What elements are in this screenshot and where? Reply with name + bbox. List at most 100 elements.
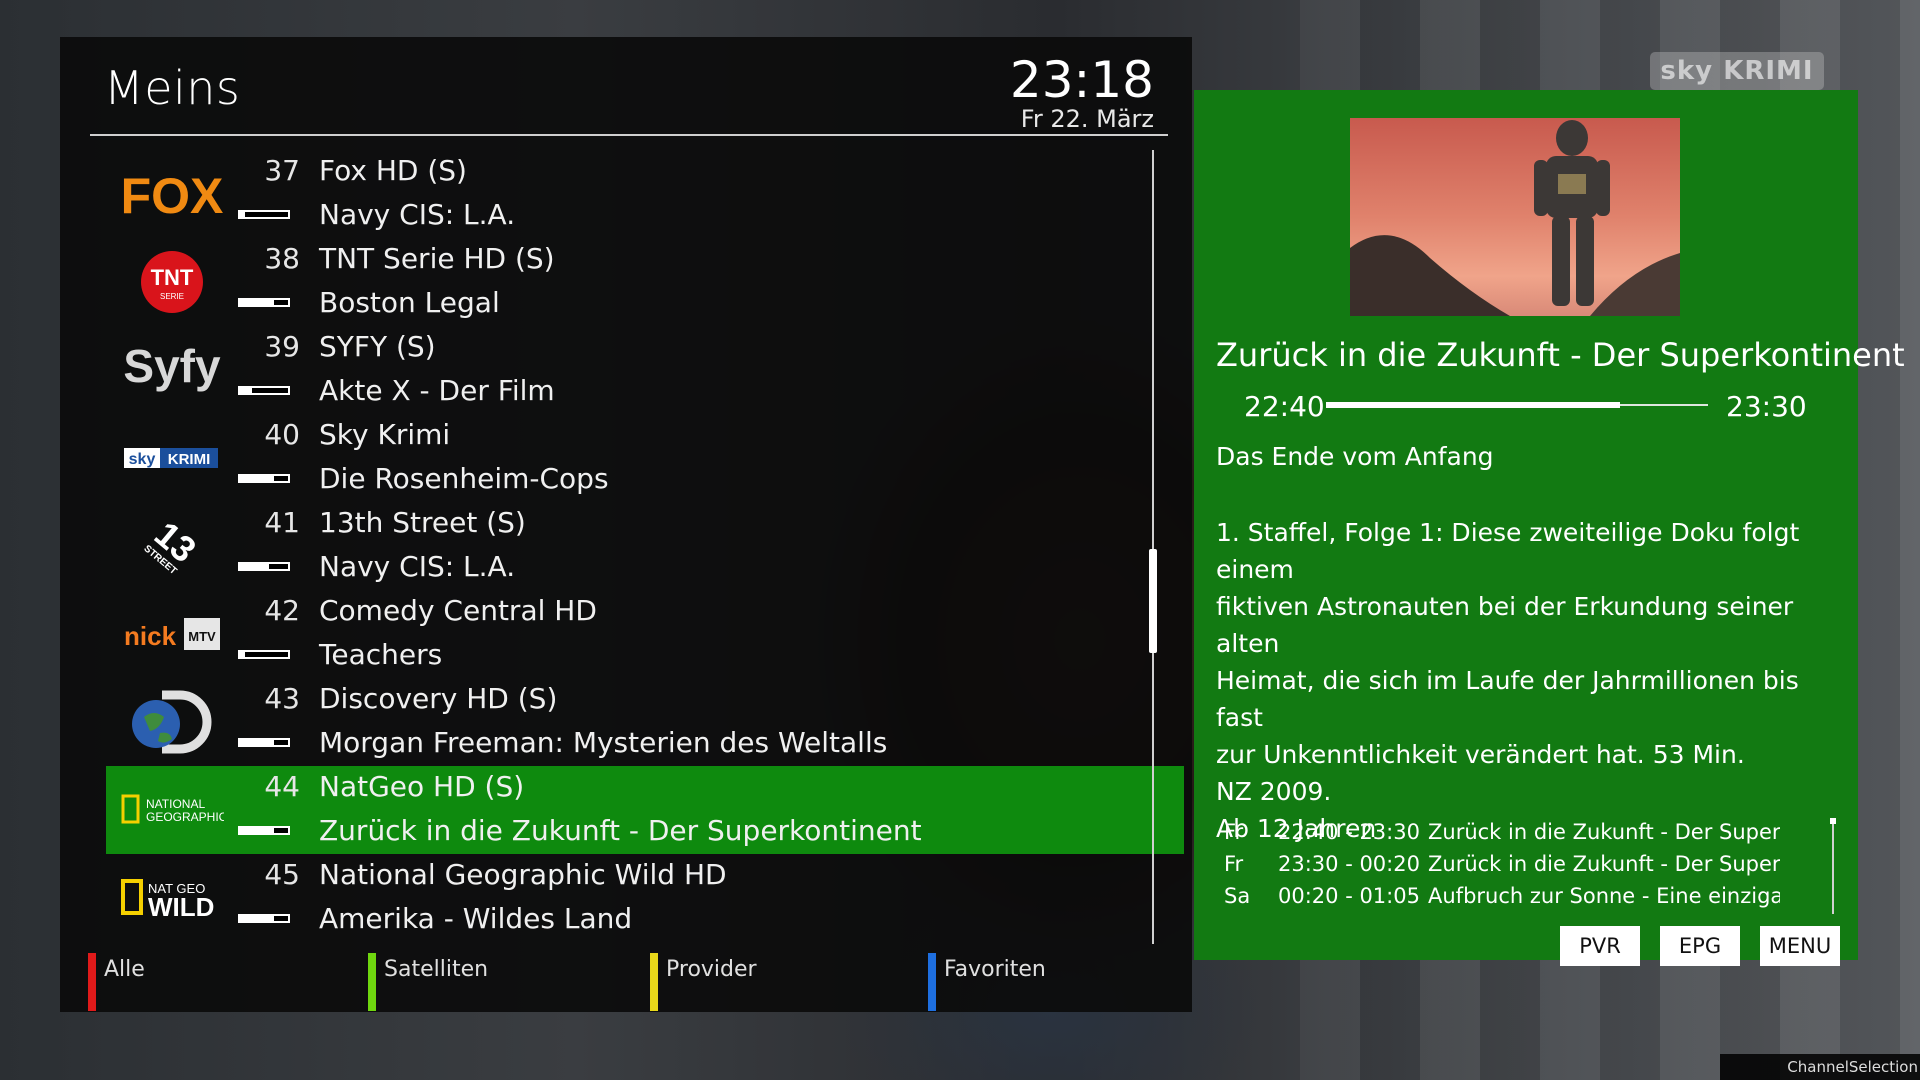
channel-list: FOX 37 Fox HD (S) Navy CIS: L.A. TNT SER…	[106, 150, 1184, 942]
channel-name: Fox HD (S)	[319, 154, 467, 187]
channel-number: 38	[264, 242, 300, 275]
channel-name: National Geographic Wild HD	[319, 858, 727, 891]
channel-name: SYFY (S)	[319, 330, 436, 363]
national-geographic-logo: NATIONAL GEOGRAPHIC	[114, 766, 230, 854]
epg-list: Fr 22:40 - 23:30 Zurück in die Zukunft -…	[1224, 820, 1794, 916]
svg-text:FOX: FOX	[121, 169, 224, 219]
red-button-label: Alle	[104, 957, 145, 982]
current-event: Teachers	[319, 638, 443, 671]
current-event: Die Rosenheim-Cops	[319, 462, 609, 495]
event-end-time: 23:30	[1726, 390, 1807, 423]
channel-number: 42	[264, 594, 300, 627]
current-event: Navy CIS: L.A.	[319, 198, 516, 231]
channel-number: 41	[264, 506, 300, 539]
channel-row-42[interactable]: nick MTV 42 Comedy Central HD Teachers	[106, 590, 1184, 678]
current-event: Amerika - Wildes Land	[319, 902, 633, 935]
current-event: Boston Legal	[319, 286, 500, 319]
channel-number: 37	[264, 154, 300, 187]
svg-text:SERIE: SERIE	[160, 292, 184, 301]
event-progress-bar	[238, 914, 290, 923]
channel-list-panel: Meins 23:18 Fr 22. März FOX 37 Fox HD (S…	[60, 37, 1192, 1012]
channel-name: Sky Krimi	[319, 418, 451, 451]
current-event: Zurück in die Zukunft - Der Superkontine…	[319, 814, 922, 847]
channel-name: NatGeo HD (S)	[319, 770, 525, 803]
svg-text:nick: nick	[124, 621, 177, 651]
color-buttons: Alle Satelliten Provider Favoriten	[88, 953, 1168, 1011]
channel-row-41[interactable]: 13 STREET 41 13th Street (S) Navy CIS: L…	[106, 502, 1184, 590]
yellow-button-provider[interactable]: Provider	[650, 953, 910, 1011]
header-divider	[90, 134, 1168, 136]
13th-street-logo: 13 STREET	[114, 502, 230, 590]
svg-text:KRIMI: KRIMI	[168, 451, 211, 468]
nick-mtv-logo: nick MTV	[114, 590, 230, 678]
channel-number: 40	[264, 418, 300, 451]
list-scrollbar-thumb[interactable]	[1149, 549, 1157, 653]
epg-row[interactable]: Sa 00:20 - 01:05 Aufbruch zur Sonne - Ei…	[1224, 884, 1794, 916]
blue-button-favoriten[interactable]: Favoriten	[928, 953, 1188, 1011]
channel-number: 43	[264, 682, 300, 715]
event-progress-track	[1326, 402, 1708, 408]
epg-row[interactable]: Fr 23:30 - 00:20 Zurück in die Zukunft -…	[1224, 852, 1794, 884]
channel-row-45[interactable]: NAT GEO WILD 45 National Geographic Wild…	[106, 854, 1184, 942]
event-info-panel: Zurück in die Zukunft - Der Superkontine…	[1194, 90, 1905, 966]
tnt-serie-logo: TNT SERIE	[114, 238, 230, 326]
blue-button-label: Favoriten	[944, 957, 1046, 982]
fox-logo: FOX	[114, 150, 230, 238]
current-event: Navy CIS: L.A.	[319, 550, 516, 583]
sky-krimi-watermark: sky KRIMI	[1650, 52, 1824, 90]
date: Fr 22. März	[1020, 105, 1154, 133]
channel-number: 44	[264, 770, 300, 803]
event-progress-bar	[238, 650, 290, 659]
channel-row-43[interactable]: 43 Discovery HD (S) Morgan Freeman: Myst…	[106, 678, 1184, 766]
channel-row-37[interactable]: FOX 37 Fox HD (S) Navy CIS: L.A.	[106, 150, 1184, 238]
channel-name: Comedy Central HD	[319, 594, 597, 627]
channel-number: 45	[264, 858, 300, 891]
channel-row-39[interactable]: Syfy 39 SYFY (S) Akte X - Der Film	[106, 326, 1184, 414]
nat-geo-wild-logo: NAT GEO WILD	[114, 854, 230, 942]
channel-name: TNT Serie HD (S)	[319, 242, 555, 275]
svg-text:GEOGRAPHIC: GEOGRAPHIC	[146, 810, 224, 824]
event-progress-bar	[238, 210, 290, 219]
red-button-alle[interactable]: Alle	[88, 953, 348, 1011]
menu-button[interactable]: MENU	[1760, 926, 1840, 966]
svg-text:sky: sky	[129, 451, 156, 468]
event-progress-bar	[238, 386, 290, 395]
event-progress-bar	[238, 738, 290, 747]
channel-row-44[interactable]: NATIONAL GEOGRAPHIC 44 NatGeo HD (S) Zur…	[106, 766, 1184, 854]
event-title: Zurück in die Zukunft - Der Superkontine…	[1216, 336, 1905, 374]
yellow-button-label: Provider	[666, 957, 757, 982]
bouquet-title: Meins	[104, 61, 241, 115]
event-progress-bar	[238, 298, 290, 307]
event-progress-bar	[238, 562, 290, 571]
svg-text:MTV: MTV	[188, 629, 216, 644]
pvr-button[interactable]: PVR	[1560, 926, 1640, 966]
channel-name: 13th Street (S)	[319, 506, 526, 539]
svg-text:TNT: TNT	[151, 265, 194, 290]
event-progress-bar	[238, 474, 290, 483]
channel-row-40[interactable]: sky KRIMI 40 Sky Krimi Die Rosenheim-Cop…	[106, 414, 1184, 502]
current-event: Akte X - Der Film	[319, 374, 555, 407]
channel-name: Discovery HD (S)	[319, 682, 558, 715]
current-event: Morgan Freeman: Mysterien des Weltalls	[319, 726, 888, 759]
list-scrollbar[interactable]	[1152, 150, 1154, 944]
channel-number: 39	[264, 330, 300, 363]
epg-row[interactable]: Fr 22:40 - 23:30 Zurück in die Zukunft -…	[1224, 820, 1794, 852]
svg-text:WILD: WILD	[148, 892, 214, 920]
discovery-logo	[114, 678, 230, 766]
event-subtitle: Das Ende vom Anfang	[1216, 442, 1494, 471]
channel-row-38[interactable]: TNT SERIE 38 TNT Serie HD (S) Boston Leg…	[106, 238, 1184, 326]
epg-scrollbar-thumb[interactable]	[1830, 818, 1836, 824]
sky-krimi-logo: sky KRIMI	[114, 414, 230, 502]
green-button-satelliten[interactable]: Satelliten	[368, 953, 628, 1011]
syfy-logo: Syfy	[114, 326, 230, 414]
event-start-time: 22:40	[1244, 390, 1325, 423]
svg-text:Syfy: Syfy	[123, 340, 221, 392]
screen-name-label: ChannelSelection	[1720, 1054, 1920, 1080]
epg-button[interactable]: EPG	[1660, 926, 1740, 966]
epg-scrollbar[interactable]	[1832, 820, 1834, 914]
svg-text:NATIONAL: NATIONAL	[146, 797, 205, 811]
preview-thumbnail	[1350, 118, 1680, 316]
green-button-label: Satelliten	[384, 957, 489, 982]
event-progress-fill	[1326, 402, 1621, 408]
clock: 23:18	[1009, 51, 1154, 109]
